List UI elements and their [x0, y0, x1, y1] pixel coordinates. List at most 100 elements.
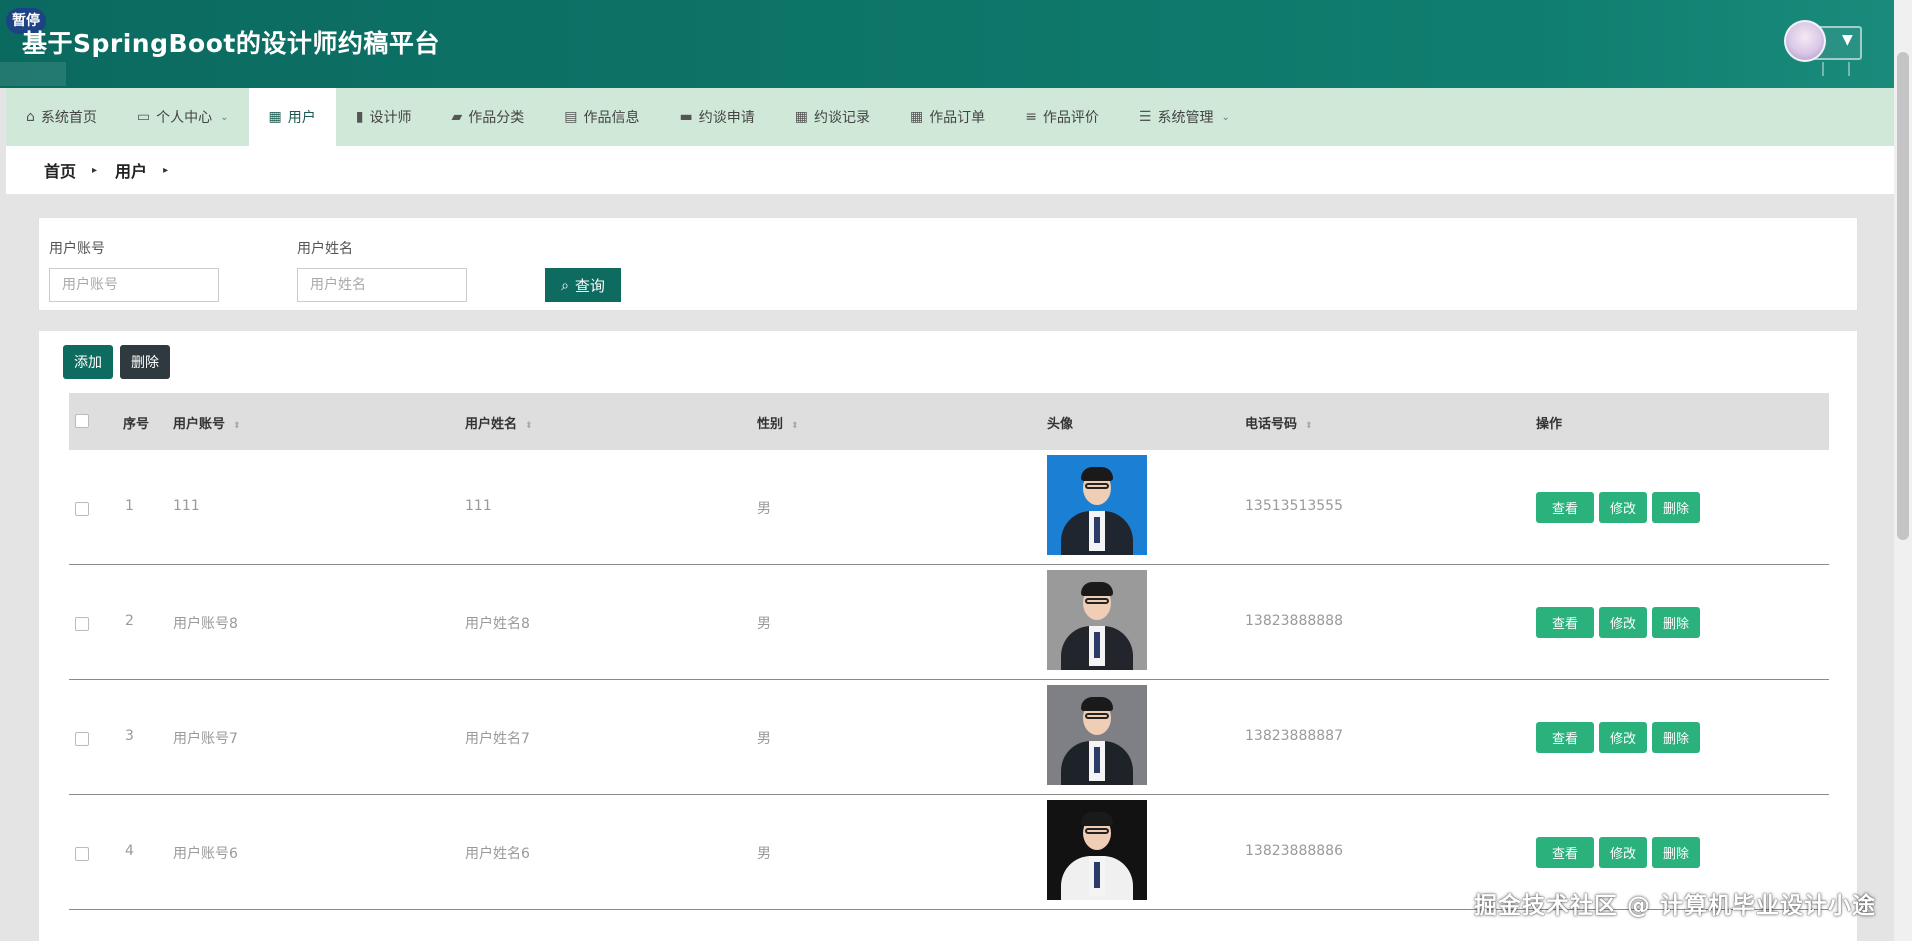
- edit-button[interactable]: 修改: [1599, 492, 1647, 523]
- view-button[interactable]: 查看: [1536, 492, 1594, 523]
- search-icon: ⌕: [561, 276, 569, 293]
- row-actions: 查看 修改 删除: [1536, 722, 1700, 753]
- cell-gender: 男: [757, 731, 771, 747]
- cell-name: 用户姓名6: [465, 846, 530, 862]
- photo-hair: [1081, 582, 1113, 596]
- row-actions: 查看 修改 删除: [1536, 837, 1700, 868]
- account-field: 用户账号: [49, 238, 219, 302]
- nav-item-5[interactable]: ▤ 作品信息: [544, 88, 659, 146]
- name-search-input[interactable]: [297, 268, 467, 302]
- row-checkbox[interactable]: [75, 502, 89, 516]
- photo-glasses: [1085, 713, 1109, 719]
- cell-gender: 男: [757, 501, 771, 517]
- row-checkbox[interactable]: [75, 847, 89, 861]
- edit-button[interactable]: 修改: [1599, 837, 1647, 868]
- app-root: 暂停 基于SpringBoot的设计师约稿平台 ▼ ⌂ 系统首页 ▭ 个人中心 ⌄ ▦ 用户…: [0, 0, 1912, 941]
- nav-item-label: 作品评价: [1042, 110, 1099, 126]
- photo-glasses: [1085, 598, 1109, 604]
- select-all-checkbox[interactable]: [75, 414, 89, 428]
- cell-index: 4: [125, 843, 134, 859]
- nav-item-label: 系统管理: [1157, 110, 1214, 126]
- nav-item-icon: ≡: [1025, 109, 1037, 125]
- cell-account: 用户账号7: [173, 731, 238, 747]
- chevron-down-icon: ⌄: [220, 111, 229, 123]
- account-search-input[interactable]: [49, 268, 219, 302]
- nav-item-2[interactable]: ▦ 用户: [248, 88, 336, 146]
- name-label: 用户姓名: [297, 241, 353, 257]
- breadcrumb-separator-icon: ▸: [163, 164, 169, 176]
- nav-item-8[interactable]: ▦ 作品订单: [890, 88, 1005, 146]
- header-gender[interactable]: 性别 ⬍: [757, 413, 799, 432]
- delete-button[interactable]: 删除: [1652, 492, 1700, 523]
- breadcrumb-home[interactable]: 首页: [44, 158, 76, 182]
- cell-index: 2: [125, 613, 134, 629]
- nav-item-0[interactable]: ⌂ 系统首页: [6, 88, 117, 146]
- avatar-photo[interactable]: [1047, 685, 1147, 785]
- row-actions: 查看 修改 删除: [1536, 492, 1700, 523]
- photo-hair: [1081, 697, 1113, 711]
- photo-hair: [1081, 812, 1113, 826]
- photo-glasses: [1085, 828, 1109, 834]
- nav-item-7[interactable]: ▦ 约谈记录: [775, 88, 890, 146]
- nav-item-10[interactable]: ☰ 系统管理 ⌄: [1119, 88, 1250, 146]
- delete-button[interactable]: 删除: [1652, 607, 1700, 638]
- cell-phone: 13823888887: [1245, 728, 1343, 744]
- batch-delete-button[interactable]: 删除: [120, 345, 170, 379]
- header-gender-label: 性别: [757, 417, 784, 432]
- nav-item-label: 约谈记录: [813, 110, 870, 126]
- view-button[interactable]: 查看: [1536, 607, 1594, 638]
- sort-icon[interactable]: ⬍: [233, 421, 241, 431]
- cell-phone: 13513513555: [1245, 498, 1343, 514]
- nav-item-label: 用户: [287, 110, 316, 126]
- nav-item-label: 设计师: [369, 110, 412, 126]
- nav-item-icon: ▤: [564, 109, 578, 125]
- add-button[interactable]: 添加: [63, 345, 113, 379]
- header-name-label: 用户姓名: [465, 417, 518, 432]
- delete-button[interactable]: 删除: [1652, 837, 1700, 868]
- monitor-stand-decoration: [1822, 62, 1850, 76]
- delete-button[interactable]: 删除: [1652, 722, 1700, 753]
- table-row: 2 用户账号8 用户姓名8 男 13823888888 查看 修改 删除: [69, 565, 1829, 680]
- table-panel: 添加 删除 序号 用户账号 ⬍ 用户姓名 ⬍ 性别 ⬍ 头像 电话号码 ⬍ 操作 1 1…: [38, 330, 1858, 941]
- avatar-photo[interactable]: [1047, 455, 1147, 555]
- nav-item-9[interactable]: ≡ 作品评价: [1005, 88, 1119, 146]
- header-account[interactable]: 用户账号 ⬍: [173, 413, 241, 432]
- row-checkbox[interactable]: [75, 732, 89, 746]
- nav-item-icon: ▦: [909, 109, 924, 125]
- edit-button[interactable]: 修改: [1599, 607, 1647, 638]
- sort-icon[interactable]: ⬍: [525, 421, 533, 431]
- nav-item-icon: ▰: [451, 109, 463, 125]
- nav-item-1[interactable]: ▭ 个人中心 ⌄: [117, 88, 249, 146]
- photo-tie: [1094, 747, 1100, 773]
- nav-item-label: 作品信息: [583, 110, 640, 126]
- cell-gender: 男: [757, 846, 771, 862]
- sort-icon[interactable]: ⬍: [1305, 421, 1313, 431]
- nav-item-icon: ☰: [1138, 109, 1152, 125]
- table-header: 序号 用户账号 ⬍ 用户姓名 ⬍ 性别 ⬍ 头像 电话号码 ⬍ 操作: [69, 393, 1829, 450]
- avatar-photo[interactable]: [1047, 570, 1147, 670]
- nav-item-icon: ▮: [355, 109, 364, 125]
- nav-item-6[interactable]: ▬ 约谈申请: [659, 88, 774, 146]
- view-button[interactable]: 查看: [1536, 722, 1594, 753]
- scrollbar-thumb[interactable]: [1897, 52, 1909, 540]
- sort-icon[interactable]: ⬍: [791, 421, 799, 431]
- nav-item-4[interactable]: ▰ 作品分类: [431, 88, 544, 146]
- breadcrumb-current[interactable]: 用户: [115, 158, 147, 182]
- avatar-photo[interactable]: [1047, 800, 1147, 900]
- user-menu-caret-icon[interactable]: ▼: [1842, 32, 1853, 48]
- row-checkbox[interactable]: [75, 617, 89, 631]
- table-row: 3 用户账号7 用户姓名7 男 13823888887 查看 修改 删除: [69, 680, 1829, 795]
- header-name[interactable]: 用户姓名 ⬍: [465, 413, 533, 432]
- edit-button[interactable]: 修改: [1599, 722, 1647, 753]
- query-button-label: 查询: [574, 277, 605, 295]
- search-panel: 用户账号 用户姓名 ⌕ 查询: [38, 217, 1858, 311]
- query-button[interactable]: ⌕ 查询: [545, 268, 621, 302]
- view-button[interactable]: 查看: [1536, 837, 1594, 868]
- user-avatar[interactable]: [1784, 20, 1826, 62]
- header-avatar: 头像: [1047, 417, 1074, 432]
- nav-item-label: 约谈申请: [698, 110, 755, 126]
- nav-item-3[interactable]: ▮ 设计师: [336, 88, 432, 146]
- photo-tie: [1094, 632, 1100, 658]
- header-phone[interactable]: 电话号码 ⬍: [1245, 413, 1313, 432]
- header-decoration: [0, 62, 66, 86]
